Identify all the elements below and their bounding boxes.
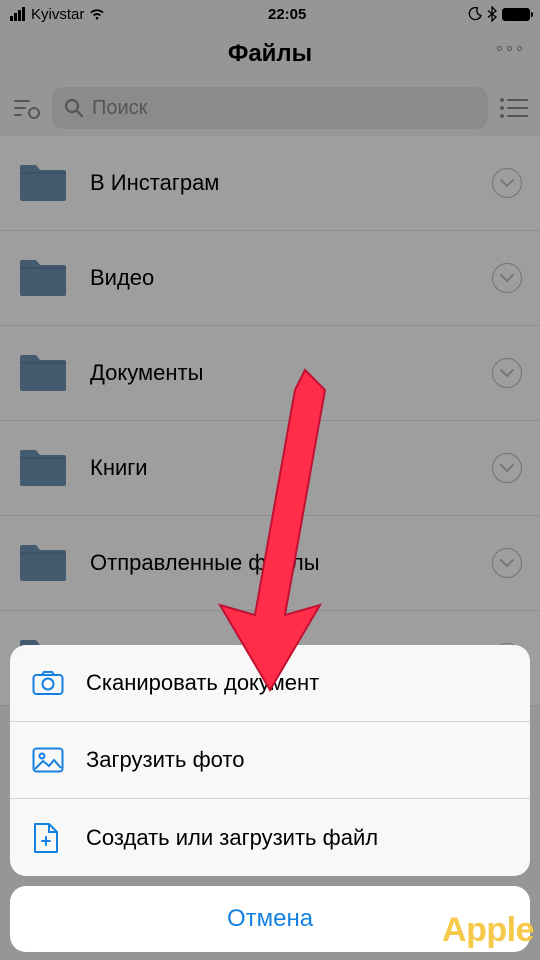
file-plus-icon (32, 822, 68, 854)
camera-icon (32, 670, 68, 696)
sheet-label: Сканировать документ (86, 670, 319, 696)
cancel-button[interactable]: Отмена (10, 886, 530, 952)
sheet-create-upload-file[interactable]: Создать или загрузить файл (10, 799, 530, 876)
photo-icon (32, 747, 68, 773)
cancel-label: Отмена (227, 905, 313, 933)
action-sheet: Сканировать документ Загрузить фото Созд… (10, 645, 530, 952)
sheet-upload-photo[interactable]: Загрузить фото (10, 722, 530, 799)
sheet-label: Создать или загрузить файл (86, 825, 378, 851)
sheet-label: Загрузить фото (86, 747, 244, 773)
sheet-scan-document[interactable]: Сканировать документ (10, 645, 530, 722)
